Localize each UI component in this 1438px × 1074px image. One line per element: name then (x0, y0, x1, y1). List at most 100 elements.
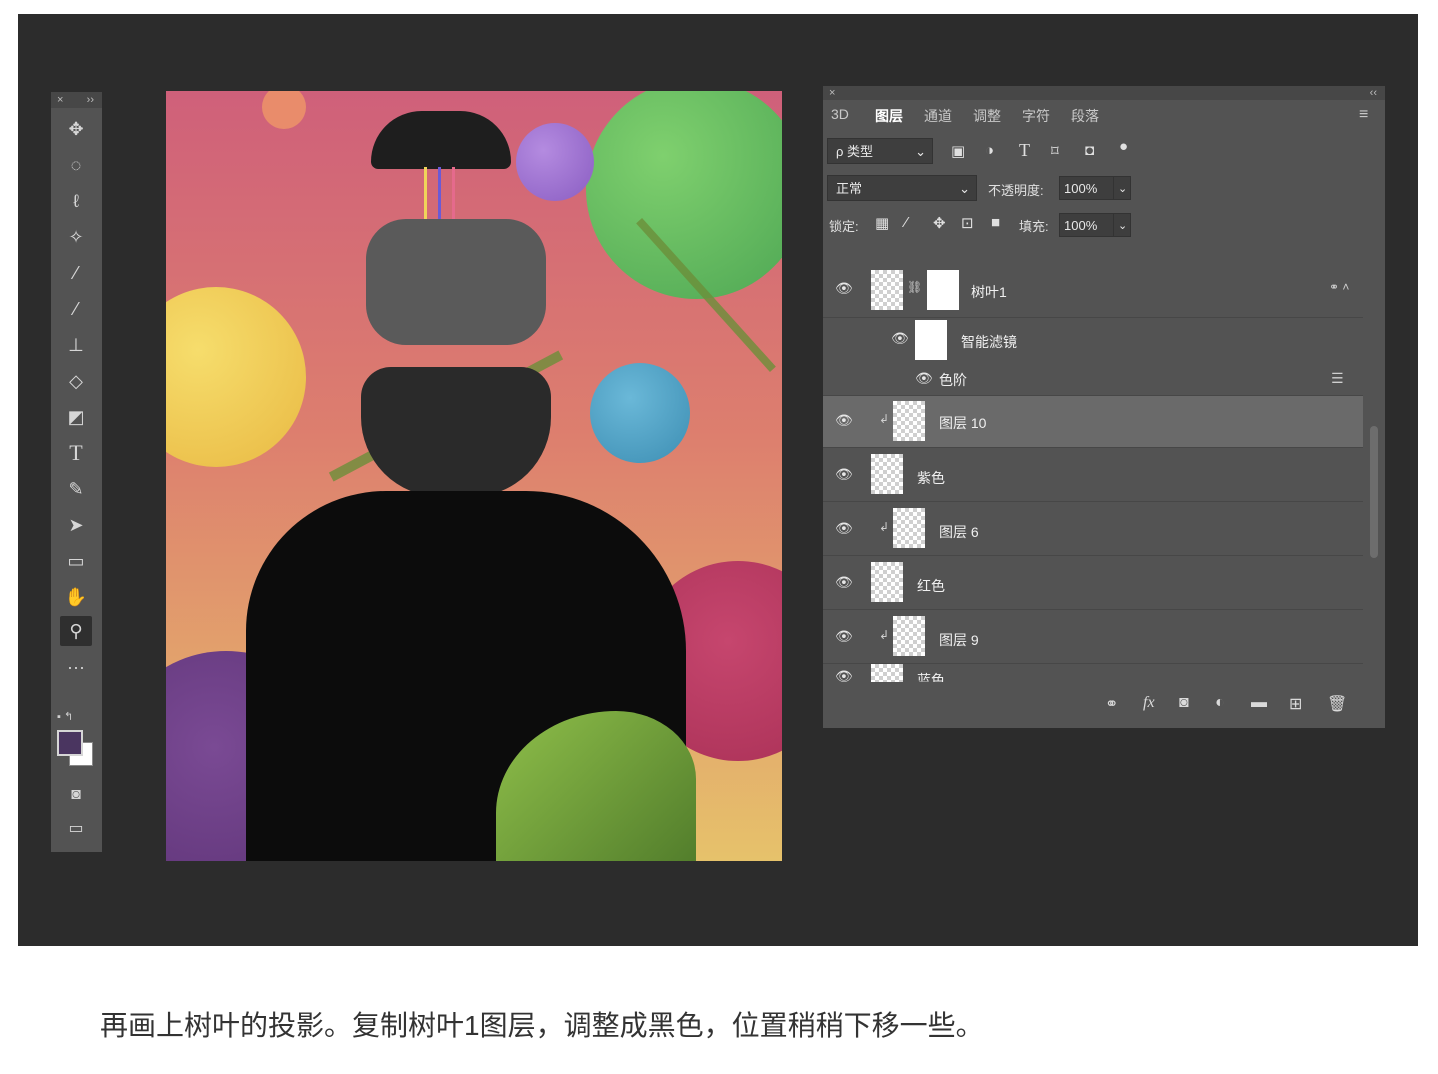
bucket-tool[interactable]: ◩ (60, 402, 92, 432)
adjustment-layer-icon[interactable]: ◐ (1215, 694, 1225, 712)
eye-icon[interactable]: 👁 (835, 466, 853, 483)
zoom-tool[interactable]: ⚲ (60, 616, 92, 646)
pen-tool[interactable]: ✎ (60, 474, 92, 504)
blend-mode-select[interactable]: 正常 ⌄ (827, 175, 977, 201)
eye-icon[interactable]: 👁 (915, 370, 933, 387)
panel-tabs: 3D 图层 通道 调整 字符 段落 ≡ (823, 100, 1385, 130)
lock-transparent-icon[interactable]: ▦ (875, 214, 889, 232)
color-line-3 (452, 167, 455, 219)
select-arrow-tool[interactable]: ➤ (60, 510, 92, 540)
fill-dropdown-icon[interactable]: ⌄ (1113, 213, 1131, 237)
layer-name[interactable]: 图层 9 (939, 630, 979, 650)
type-tool[interactable]: T (60, 438, 92, 468)
filter-toggle-icon[interactable]: ● (1119, 138, 1128, 155)
panel-menu-icon[interactable]: ≡ (1359, 106, 1368, 124)
link-icon[interactable]: ⛓ (907, 280, 922, 294)
lasso-tool[interactable]: ℓ (60, 186, 92, 216)
eye-icon[interactable]: 👁 (835, 574, 853, 591)
fill-label: 填充: (1019, 219, 1049, 234)
layer-name[interactable]: 图层 10 (939, 413, 986, 433)
filter-adjustment-icon[interactable]: ◑ (985, 142, 994, 159)
group-folder-icon[interactable]: ▬ (1251, 694, 1267, 712)
foreground-color-swatch[interactable] (57, 730, 83, 756)
swap-colors-icon[interactable]: ▪ ↰ (57, 710, 97, 724)
marquee-tool[interactable]: ◌ (60, 150, 92, 180)
move-tool[interactable]: ✥ (60, 114, 92, 144)
close-icon[interactable]: × (829, 86, 835, 100)
layer-row-smart-filter[interactable]: 👁 智能滤镜 (823, 318, 1363, 362)
layer-row-layer10[interactable]: 👁 ↲ 图层 10 (823, 396, 1363, 448)
document-canvas[interactable] (166, 91, 782, 861)
link-layers-icon[interactable]: ⚭ (1105, 694, 1118, 714)
more-tools[interactable]: ··· (60, 652, 92, 682)
layer-name[interactable]: 色阶 (939, 370, 967, 390)
layer-name[interactable]: 紫色 (917, 468, 945, 488)
yellow-sphere (166, 287, 306, 467)
new-layer-icon[interactable]: ⊞ (1289, 694, 1302, 714)
add-mask-icon[interactable]: ◙ (1179, 694, 1189, 712)
opacity-input[interactable]: 100% (1059, 176, 1121, 200)
collapse-icon[interactable]: ‹‹ (1370, 86, 1377, 100)
layer-thumbnail (871, 454, 903, 494)
trash-icon[interactable]: 🗑 (1327, 694, 1347, 714)
mask-thumbnail[interactable] (927, 270, 959, 310)
tab-paragraph[interactable]: 段落 (1071, 106, 1099, 126)
filter-shape-icon[interactable]: ⌑ (1051, 142, 1059, 160)
eye-icon[interactable]: 👁 (835, 520, 853, 537)
layer-thumbnail (871, 562, 903, 602)
color-line-1 (424, 167, 427, 219)
rectangle-tool[interactable]: ▭ (60, 546, 92, 576)
layer-row-levels-filter[interactable]: 👁 色阶 ☰ (823, 362, 1363, 396)
orange-sphere (262, 91, 306, 129)
layer-thumbnail (893, 508, 925, 548)
tab-channels[interactable]: 通道 (924, 106, 952, 126)
tab-character[interactable]: 字符 (1022, 106, 1050, 126)
layer-row-red[interactable]: 👁 红色 (823, 556, 1363, 610)
filter-pixel-icon[interactable]: ▣ (951, 142, 965, 160)
fx-icon[interactable]: fx (1143, 694, 1155, 712)
screen-mode-icon[interactable]: ▭ (60, 814, 92, 844)
lock-all-icon[interactable]: ■ (991, 214, 1000, 231)
layer-name[interactable]: 蓝色 (917, 670, 945, 682)
filter-type-icon[interactable]: T (1019, 140, 1030, 161)
eye-icon[interactable]: 👁 (835, 280, 853, 297)
eye-icon[interactable]: 👁 (835, 668, 853, 682)
layer-row-layer6[interactable]: 👁 ↲ 图层 6 (823, 502, 1363, 556)
layer-row-leaf1[interactable]: 👁 ⛓ 树叶1 ⚭ ˄ (823, 264, 1363, 318)
fill-input[interactable]: 100% (1059, 213, 1121, 237)
eraser-tool[interactable]: ◇ (60, 366, 92, 396)
layer-row-purple[interactable]: 👁 紫色 (823, 448, 1363, 502)
stamp-tool[interactable]: ⊥ (60, 330, 92, 360)
layer-name[interactable]: 图层 6 (939, 522, 979, 542)
filter-kind-select[interactable]: ρ 类型 ⌄ (827, 138, 933, 164)
collapse-icon[interactable]: ›› (87, 92, 94, 108)
eye-icon[interactable]: 👁 (835, 628, 853, 645)
layer-name[interactable]: 树叶1 (971, 282, 1007, 302)
eye-icon[interactable]: 👁 (835, 412, 853, 429)
hand-tool[interactable]: ✋ (60, 582, 92, 612)
filter-mask-thumbnail[interactable] (915, 320, 947, 360)
smart-filter-badge-icon[interactable]: ⚭ ˄ (1329, 280, 1349, 294)
layer-row-blue[interactable]: 👁 蓝色 (823, 664, 1363, 682)
purple-sphere-small (516, 123, 594, 201)
close-icon[interactable]: × (57, 92, 63, 108)
eyedropper-tool[interactable]: ⁄ (60, 258, 92, 288)
layer-row-layer9[interactable]: 👁 ↲ 图层 9 (823, 610, 1363, 664)
layers-scrollbar[interactable] (1370, 426, 1378, 558)
opacity-dropdown-icon[interactable]: ⌄ (1113, 176, 1131, 200)
lock-position-icon[interactable]: ✥ (933, 214, 946, 232)
magic-wand-tool[interactable]: ✧ (60, 222, 92, 252)
lock-artboard-icon[interactable]: ⊡ (961, 214, 974, 232)
brush-tool[interactable]: ⁄ (60, 294, 92, 324)
lock-brush-icon[interactable]: ⁄ (905, 214, 908, 231)
eye-icon[interactable]: 👁 (891, 330, 909, 347)
tab-3d[interactable]: 3D (831, 106, 849, 122)
tab-layers[interactable]: 图层 (875, 106, 903, 126)
quick-mask-icon[interactable]: ◙ (60, 780, 92, 810)
tab-adjustments[interactable]: 调整 (973, 106, 1001, 126)
layer-name[interactable]: 红色 (917, 576, 945, 596)
filter-options-icon[interactable]: ☰ (1331, 370, 1344, 387)
layer-name[interactable]: 智能滤镜 (961, 332, 1017, 352)
filter-smart-object-icon[interactable]: ◘ (1085, 142, 1094, 159)
face-lower (361, 367, 551, 497)
